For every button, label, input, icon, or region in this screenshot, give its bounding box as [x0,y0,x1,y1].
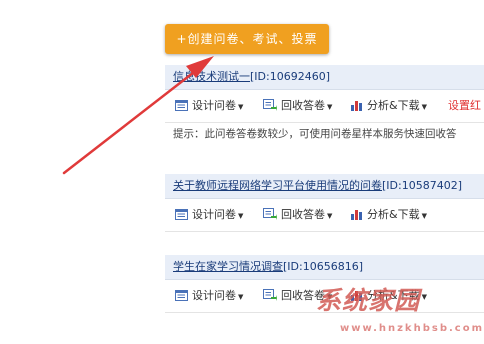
design-survey-button[interactable]: 设计问卷 ▼ [175,199,243,231]
survey-card: 关于教师远程网络学习平台使用情况的问卷[ID:10587402] 设计问卷 ▼ 回… [165,174,484,232]
design-icon [175,209,188,220]
collect-responses-button[interactable]: 回收答卷 ▼ [263,90,332,122]
survey-header: 信息技术测试一[ID:10692460] [165,65,484,90]
caret-down-icon: ▼ [238,293,244,301]
collect-icon [263,289,277,301]
collect-responses-button[interactable]: 回收答卷 ▼ [263,199,332,231]
settings-red-link[interactable]: 设置红 [448,90,481,122]
survey-header: 学生在家学习情况调查[ID:10656816] [165,255,484,280]
bar-chart-icon [351,210,362,220]
caret-down-icon: ▼ [327,212,333,220]
survey-id: [ID:10656816] [283,260,363,273]
design-icon [175,290,188,301]
survey-id: [ID:10692460] [250,70,330,83]
bar-chart-icon [351,101,362,111]
collect-icon [263,208,277,220]
analyze-label: 分析&下载 [367,99,420,112]
collect-icon [263,99,277,111]
survey-toolbar: 设计问卷 ▼ 回收答卷 ▼ 分析&下载 ▼ 设置红 [165,90,484,123]
site-watermark: 系统家园 www.hnzkhbsb.com [316,286,484,334]
survey-card: 信息技术测试一[ID:10692460] 设计问卷 ▼ 回收答卷 ▼ 分析&下载 ▼ … [165,65,484,145]
design-label: 设计问卷 [192,99,236,112]
analyze-download-button[interactable]: 分析&下载 ▼ [351,199,427,231]
collect-label: 回收答卷 [281,208,325,221]
caret-down-icon: ▼ [327,103,333,111]
survey-toolbar: 设计问卷 ▼ 回收答卷 ▼ 分析&下载 ▼ [165,199,484,232]
design-label: 设计问卷 [192,208,236,221]
survey-header: 关于教师远程网络学习平台使用情况的问卷[ID:10587402] [165,174,484,199]
caret-down-icon: ▼ [238,212,244,220]
caret-down-icon: ▼ [421,212,427,220]
analyze-label: 分析&下载 [367,208,420,221]
caret-down-icon: ▼ [421,103,427,111]
watermark-text: 系统家园 [316,286,421,315]
design-survey-button[interactable]: 设计问卷 ▼ [175,90,243,122]
design-label: 设计问卷 [192,289,236,302]
analyze-download-button[interactable]: 分析&下载 ▼ [351,90,427,122]
create-survey-button[interactable]: +创建问卷、考试、投票 [165,24,329,54]
survey-tip: 提示：此问卷答卷数较少，可使用问卷星样本服务快速回收答 [165,123,484,145]
survey-title-link[interactable]: 关于教师远程网络学习平台使用情况的问卷 [173,179,382,192]
survey-title-link[interactable]: 学生在家学习情况调查 [173,260,283,273]
design-icon [175,100,188,111]
caret-down-icon: ▼ [238,103,244,111]
collect-label: 回收答卷 [281,99,325,112]
survey-title-link[interactable]: 信息技术测试一 [173,70,250,83]
watermark-url: www.hnzkhbsb.com [340,323,484,334]
survey-id: [ID:10587402] [382,179,462,192]
design-survey-button[interactable]: 设计问卷 ▼ [175,280,243,312]
